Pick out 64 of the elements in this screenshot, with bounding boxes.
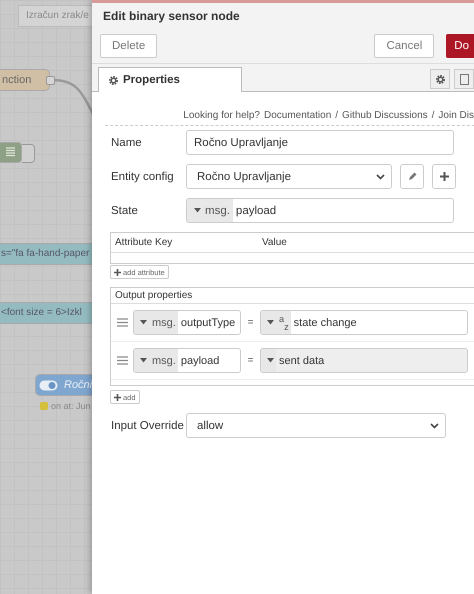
chevron-icon [430, 422, 439, 428]
type-label: msg. [152, 354, 176, 366]
plus-icon [114, 268, 121, 276]
name-field[interactable]: Ročno Upravljanje [186, 130, 454, 155]
toggle-icon [39, 380, 58, 390]
field-value: state change [292, 316, 357, 330]
plus-icon [440, 172, 448, 181]
field-label: Name [111, 136, 143, 148]
add-button[interactable] [432, 164, 456, 189]
edit-button[interactable] [400, 164, 424, 189]
help-link[interactable]: Github Discussions [342, 110, 428, 121]
property-field[interactable]: msg. payload [133, 348, 241, 373]
delete-button[interactable]: Delete [100, 34, 158, 58]
plus-icon [114, 394, 121, 400]
equals-sign: = [246, 317, 254, 328]
drag-handle-icon [117, 318, 128, 327]
settings-button[interactable] [430, 69, 450, 89]
help-text: Looking for help? [183, 110, 260, 121]
caret-icon [267, 358, 274, 363]
field-label: Entity config [111, 170, 175, 182]
properties-tab[interactable]: Properties [98, 67, 242, 92]
comment-node[interactable]: s="fa fa-hand-paper [0, 243, 92, 265]
type-label: msg. [152, 316, 176, 328]
cancel-button[interactable]: Cancel [374, 34, 434, 58]
list-icon [6, 147, 15, 158]
separator: / [335, 110, 338, 121]
equals-sign: = [246, 355, 254, 366]
help-link[interactable]: Join Dis [438, 110, 474, 121]
caret-icon [140, 358, 147, 363]
separator: / [432, 110, 434, 121]
field-value: sent data [278, 354, 324, 368]
drag-handle-icon [117, 356, 128, 365]
gear-icon [108, 74, 119, 86]
value-field[interactable]: sent data [260, 348, 468, 373]
node-label: Ročni [64, 379, 92, 391]
comment-node[interactable]: <font size = 6>Izkl [0, 302, 92, 324]
caret-icon [267, 320, 274, 325]
field-label: Input Override [111, 420, 185, 432]
field-value: payload [180, 354, 220, 368]
entity-select[interactable]: Ročno Upravljanje [186, 164, 392, 189]
override-select[interactable]: allow [186, 413, 446, 438]
toggle-button[interactable] [22, 144, 35, 163]
node-status: on at: Jun [51, 401, 91, 411]
caret-icon [140, 320, 147, 325]
type-label: msg. [205, 204, 230, 216]
state-field[interactable]: msg. payload [186, 198, 454, 223]
column-header: Attribute Key [114, 237, 174, 248]
column-header: Value [262, 237, 287, 248]
gear-icon [434, 74, 446, 84]
tray-title: Edit binary sensor node [103, 9, 240, 23]
pencil-icon [408, 172, 416, 181]
field-value: payload [234, 204, 276, 218]
document-icon [460, 74, 468, 84]
description-button[interactable] [454, 69, 474, 89]
done-button[interactable]: Do [446, 34, 474, 58]
list-header: Output properties [115, 290, 192, 301]
property-field[interactable]: msg. outputType [133, 310, 241, 335]
debug-node[interactable] [0, 142, 22, 163]
help-link[interactable]: Documentation [264, 110, 332, 121]
node-port[interactable] [46, 76, 55, 85]
chevron-icon [376, 174, 385, 180]
caret-icon [194, 208, 201, 213]
field-value: outputType [180, 316, 236, 330]
field-label: State [111, 204, 139, 216]
